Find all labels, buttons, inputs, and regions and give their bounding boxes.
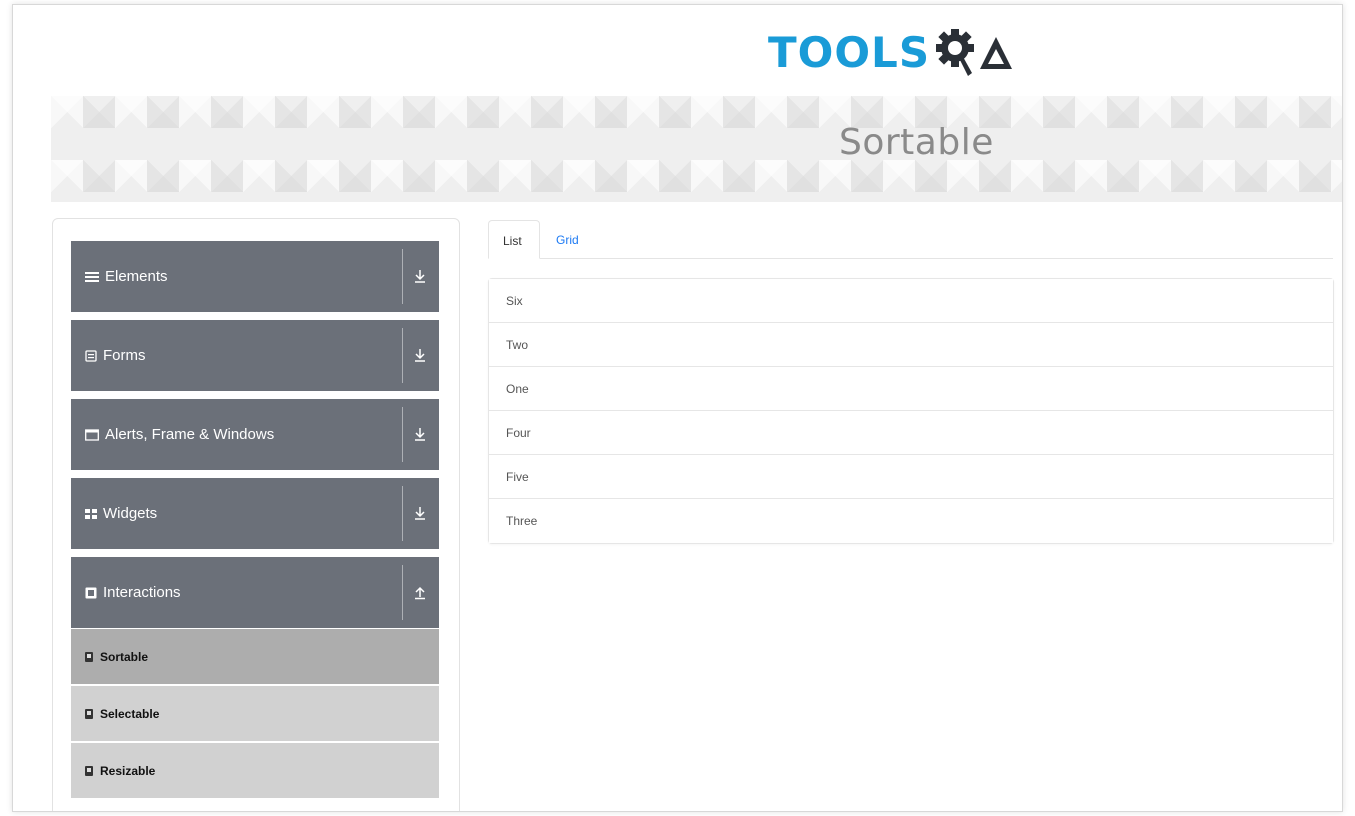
tab-bar: List Grid — [488, 220, 1333, 259]
hamburger-icon — [85, 271, 99, 282]
sidebar-item-selectable[interactable]: Selectable — [71, 686, 439, 741]
sidebar-group-label: Interactions — [103, 584, 181, 601]
item-icon — [85, 765, 93, 776]
tab-grid[interactable]: Grid — [542, 220, 593, 258]
sidebar-group-interactions-label-wrap: Interactions — [85, 584, 181, 601]
interaction-icon — [85, 587, 97, 598]
item-icon — [85, 651, 93, 662]
tab-list[interactable]: List — [488, 220, 540, 259]
divider — [402, 486, 403, 541]
sidebar-item-label: Sortable — [100, 649, 149, 664]
sidebar-item-resizable[interactable]: Resizable — [71, 743, 439, 798]
toolsqa-logo[interactable]: TOOLS — [768, 27, 1014, 79]
page-title: Sortable — [839, 122, 994, 163]
sidebar-group-elements-label-wrap: Elements — [85, 268, 168, 285]
sidebar-item-sortable[interactable]: Sortable — [71, 629, 439, 684]
sidebar-item-label: Selectable — [100, 706, 160, 721]
sidebar-group-alerts-frame-windows[interactable]: Alerts, Frame & Windows — [71, 399, 439, 470]
item-icon — [85, 708, 93, 719]
page-frame: TOOLS Sortable Elements Forms Alerts, Fr… — [12, 4, 1343, 812]
sidebar-group-forms[interactable]: Forms — [71, 320, 439, 391]
gear-magnifier-icon — [936, 29, 975, 76]
logo-text: TOOLS — [768, 28, 931, 77]
sidebar-group-label: Alerts, Frame & Windows — [105, 426, 275, 443]
divider — [402, 407, 403, 462]
divider — [402, 565, 403, 620]
download-arrow-icon[interactable] — [413, 268, 427, 284]
sidebar-item-label: Resizable — [100, 763, 156, 778]
list-item[interactable]: Four — [489, 411, 1333, 455]
sidebar: Elements Forms Alerts, Frame & Windows W… — [52, 218, 460, 811]
grid-icon — [85, 508, 97, 519]
sidebar-group-widgets-label-wrap: Widgets — [85, 505, 157, 522]
logo-a-icon — [980, 37, 1013, 69]
sidebar-group-alerts-label-wrap: Alerts, Frame & Windows — [85, 426, 274, 443]
download-arrow-icon[interactable] — [413, 426, 427, 442]
upload-arrow-icon[interactable] — [413, 584, 427, 600]
form-icon — [85, 349, 97, 362]
list-item[interactable]: Five — [489, 455, 1333, 499]
divider — [402, 328, 403, 383]
divider — [402, 249, 403, 304]
sortable-list: Six Two One Four Five Three — [488, 278, 1334, 544]
list-item[interactable]: Three — [489, 499, 1333, 543]
download-arrow-icon[interactable] — [413, 505, 427, 521]
sidebar-group-interactions[interactable]: Interactions — [71, 557, 439, 628]
sidebar-group-label: Elements — [105, 268, 168, 285]
sidebar-group-widgets[interactable]: Widgets — [71, 478, 439, 549]
list-item[interactable]: Two — [489, 323, 1333, 367]
page-banner: Sortable — [51, 96, 1342, 202]
sidebar-group-forms-label-wrap: Forms — [85, 347, 146, 364]
list-item[interactable]: One — [489, 367, 1333, 411]
list-item[interactable]: Six — [489, 279, 1333, 323]
sidebar-group-label: Widgets — [103, 505, 158, 522]
window-icon — [85, 428, 99, 441]
download-arrow-icon[interactable] — [413, 347, 427, 363]
sidebar-group-label: Forms — [103, 347, 146, 364]
sidebar-group-elements[interactable]: Elements — [71, 241, 439, 312]
